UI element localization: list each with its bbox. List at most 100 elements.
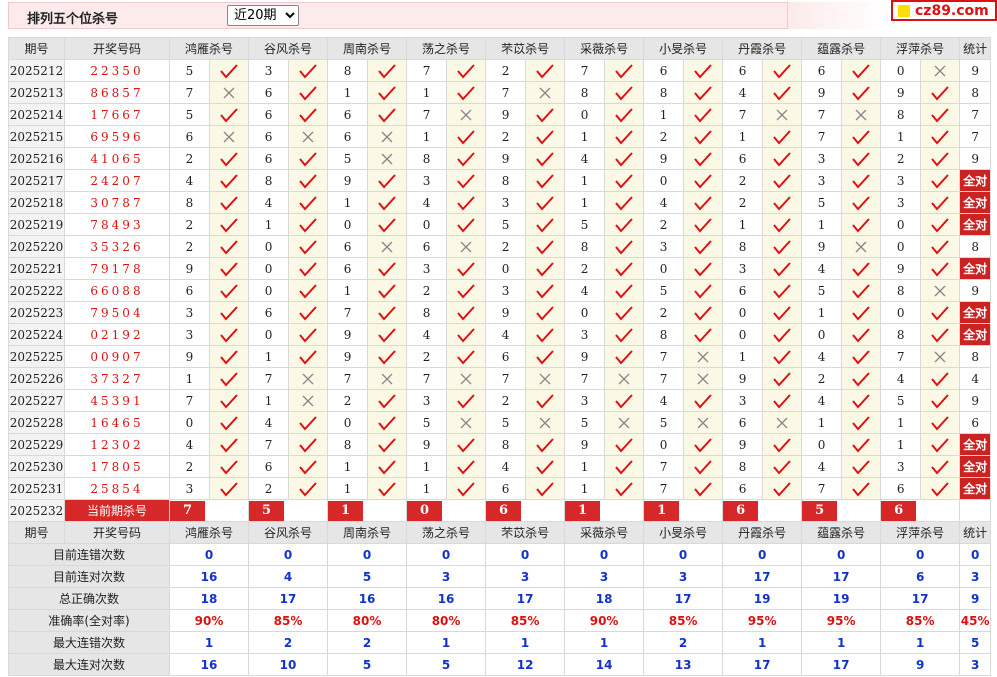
kill-number: 3 bbox=[406, 389, 448, 412]
check-icon bbox=[288, 301, 329, 324]
current-kill-cell: 6 bbox=[880, 499, 961, 522]
summary-value: 0 bbox=[880, 543, 961, 566]
summary-value: 4 bbox=[248, 565, 329, 588]
issue-number: 2025220 bbox=[8, 235, 65, 258]
summary-row: 总正确次数 18 17 16 16 17 18 17 19 19 17 9 bbox=[8, 587, 992, 610]
check-icon bbox=[208, 455, 250, 478]
col-expert[interactable]: 浮萍杀号 bbox=[880, 37, 961, 60]
summary-value: 18 bbox=[168, 587, 250, 610]
col-expert[interactable]: 荡之杀号 bbox=[406, 521, 487, 544]
kill-number: 5 bbox=[564, 411, 606, 434]
check-icon bbox=[683, 169, 724, 192]
check-icon bbox=[683, 301, 724, 324]
col-expert[interactable]: 蕴露杀号 bbox=[801, 521, 882, 544]
col-expert[interactable]: 芣苡杀号 bbox=[485, 37, 566, 60]
col-expert[interactable]: 采薇杀号 bbox=[564, 521, 645, 544]
summary-label: 最大连错次数 bbox=[8, 631, 170, 654]
kill-number: 7 bbox=[327, 367, 369, 390]
col-expert[interactable]: 蕴露杀号 bbox=[801, 37, 882, 60]
summary-value: 17 bbox=[880, 587, 961, 610]
kill-number: 0 bbox=[880, 59, 922, 82]
col-stat: 统计 bbox=[959, 37, 992, 60]
check-icon bbox=[367, 345, 408, 368]
kill-number: 1 bbox=[564, 191, 606, 214]
draw-code: 02192 bbox=[64, 323, 170, 346]
kill-number: 1 bbox=[327, 191, 369, 214]
check-icon bbox=[920, 257, 961, 280]
check-icon bbox=[525, 455, 566, 478]
check-icon bbox=[525, 191, 566, 214]
check-icon bbox=[762, 279, 803, 302]
kill-number: 3 bbox=[169, 477, 210, 500]
kill-number: 2 bbox=[485, 235, 527, 258]
kill-number: 2 bbox=[169, 235, 210, 258]
issue-number: 2025229 bbox=[8, 433, 65, 456]
check-icon bbox=[367, 455, 408, 478]
correct-count: 8 bbox=[959, 345, 992, 368]
draw-code: 78493 bbox=[64, 213, 170, 236]
check-icon bbox=[208, 59, 250, 82]
all-correct-badge: 全对 bbox=[959, 433, 992, 456]
table-row: 2025215 69596 6 6 6 1 2 1 2 1 7 1 7 bbox=[8, 125, 992, 148]
col-expert[interactable]: 周南杀号 bbox=[327, 521, 408, 544]
kill-number: 0 bbox=[722, 301, 764, 324]
kill-number: 7 bbox=[406, 59, 448, 82]
check-icon bbox=[208, 433, 250, 456]
summary-value: 3 bbox=[406, 565, 487, 588]
kill-number: 4 bbox=[643, 389, 685, 412]
kill-number: 9 bbox=[801, 81, 843, 104]
kill-number: 4 bbox=[485, 323, 527, 346]
site-logo[interactable]: cz89.com bbox=[891, 0, 997, 21]
check-icon bbox=[841, 147, 882, 170]
col-expert[interactable]: 芣苡杀号 bbox=[485, 521, 566, 544]
draw-code: 79504 bbox=[64, 301, 170, 324]
check-icon bbox=[367, 411, 408, 434]
col-expert[interactable]: 谷风杀号 bbox=[248, 521, 329, 544]
cross-icon bbox=[604, 411, 645, 434]
col-expert[interactable]: 谷风杀号 bbox=[248, 37, 329, 60]
col-expert[interactable]: 浮萍杀号 bbox=[880, 521, 961, 544]
table-row: 2025220 35326 2 0 6 6 2 8 3 8 9 0 8 bbox=[8, 235, 992, 258]
check-icon bbox=[604, 279, 645, 302]
draw-code: 17667 bbox=[64, 103, 170, 126]
col-expert[interactable]: 小旻杀号 bbox=[643, 521, 724, 544]
col-expert[interactable]: 鸿雁杀号 bbox=[168, 37, 250, 60]
kill-number: 9 bbox=[880, 81, 922, 104]
check-icon bbox=[446, 191, 487, 214]
correct-count: 7 bbox=[959, 103, 992, 126]
summary-value: 17 bbox=[643, 587, 724, 610]
kill-number: 7 bbox=[564, 367, 606, 390]
issue-number: 2025225 bbox=[8, 345, 65, 368]
kill-number: 8 bbox=[564, 235, 606, 258]
kill-number-table: 期号 开奖号码 鸿雁杀号 谷风杀号 周南杀号 荡之杀号 芣苡杀号 采薇杀号 小旻杀号 丹霞杀号 蕴露… bbox=[8, 37, 992, 676]
col-expert[interactable]: 采薇杀号 bbox=[564, 37, 645, 60]
check-icon bbox=[367, 323, 408, 346]
kill-number: 5 bbox=[801, 279, 843, 302]
kill-number: 6 bbox=[248, 103, 290, 126]
table-row: 2025217 24207 4 8 9 3 8 1 0 2 3 3 全对 bbox=[8, 169, 992, 192]
col-expert[interactable]: 周南杀号 bbox=[327, 37, 408, 60]
check-icon bbox=[208, 279, 250, 302]
check-icon bbox=[288, 103, 329, 126]
col-expert[interactable]: 鸿雁杀号 bbox=[168, 521, 250, 544]
summary-value: 0 bbox=[327, 543, 408, 566]
check-icon bbox=[920, 433, 961, 456]
summary-value: 5 bbox=[406, 653, 487, 676]
kill-number: 9 bbox=[485, 147, 527, 170]
col-expert[interactable]: 丹霞杀号 bbox=[722, 37, 803, 60]
col-expert[interactable]: 丹霞杀号 bbox=[722, 521, 803, 544]
summary-value: 80% bbox=[406, 609, 487, 632]
period-select[interactable]: 近20期 bbox=[227, 5, 299, 26]
cross-icon bbox=[208, 125, 250, 148]
col-expert[interactable]: 小旻杀号 bbox=[643, 37, 724, 60]
check-icon bbox=[208, 389, 250, 412]
kill-number: 2 bbox=[643, 301, 685, 324]
table-row: 2025212 22350 5 3 8 7 2 7 6 6 6 0 9 bbox=[8, 59, 992, 82]
page-title: 排列五个位杀号 bbox=[27, 12, 119, 27]
check-icon bbox=[604, 103, 645, 126]
col-expert[interactable]: 荡之杀号 bbox=[406, 37, 487, 60]
check-icon bbox=[525, 169, 566, 192]
kill-number: 9 bbox=[564, 433, 606, 456]
check-icon bbox=[604, 477, 645, 500]
check-icon bbox=[525, 345, 566, 368]
